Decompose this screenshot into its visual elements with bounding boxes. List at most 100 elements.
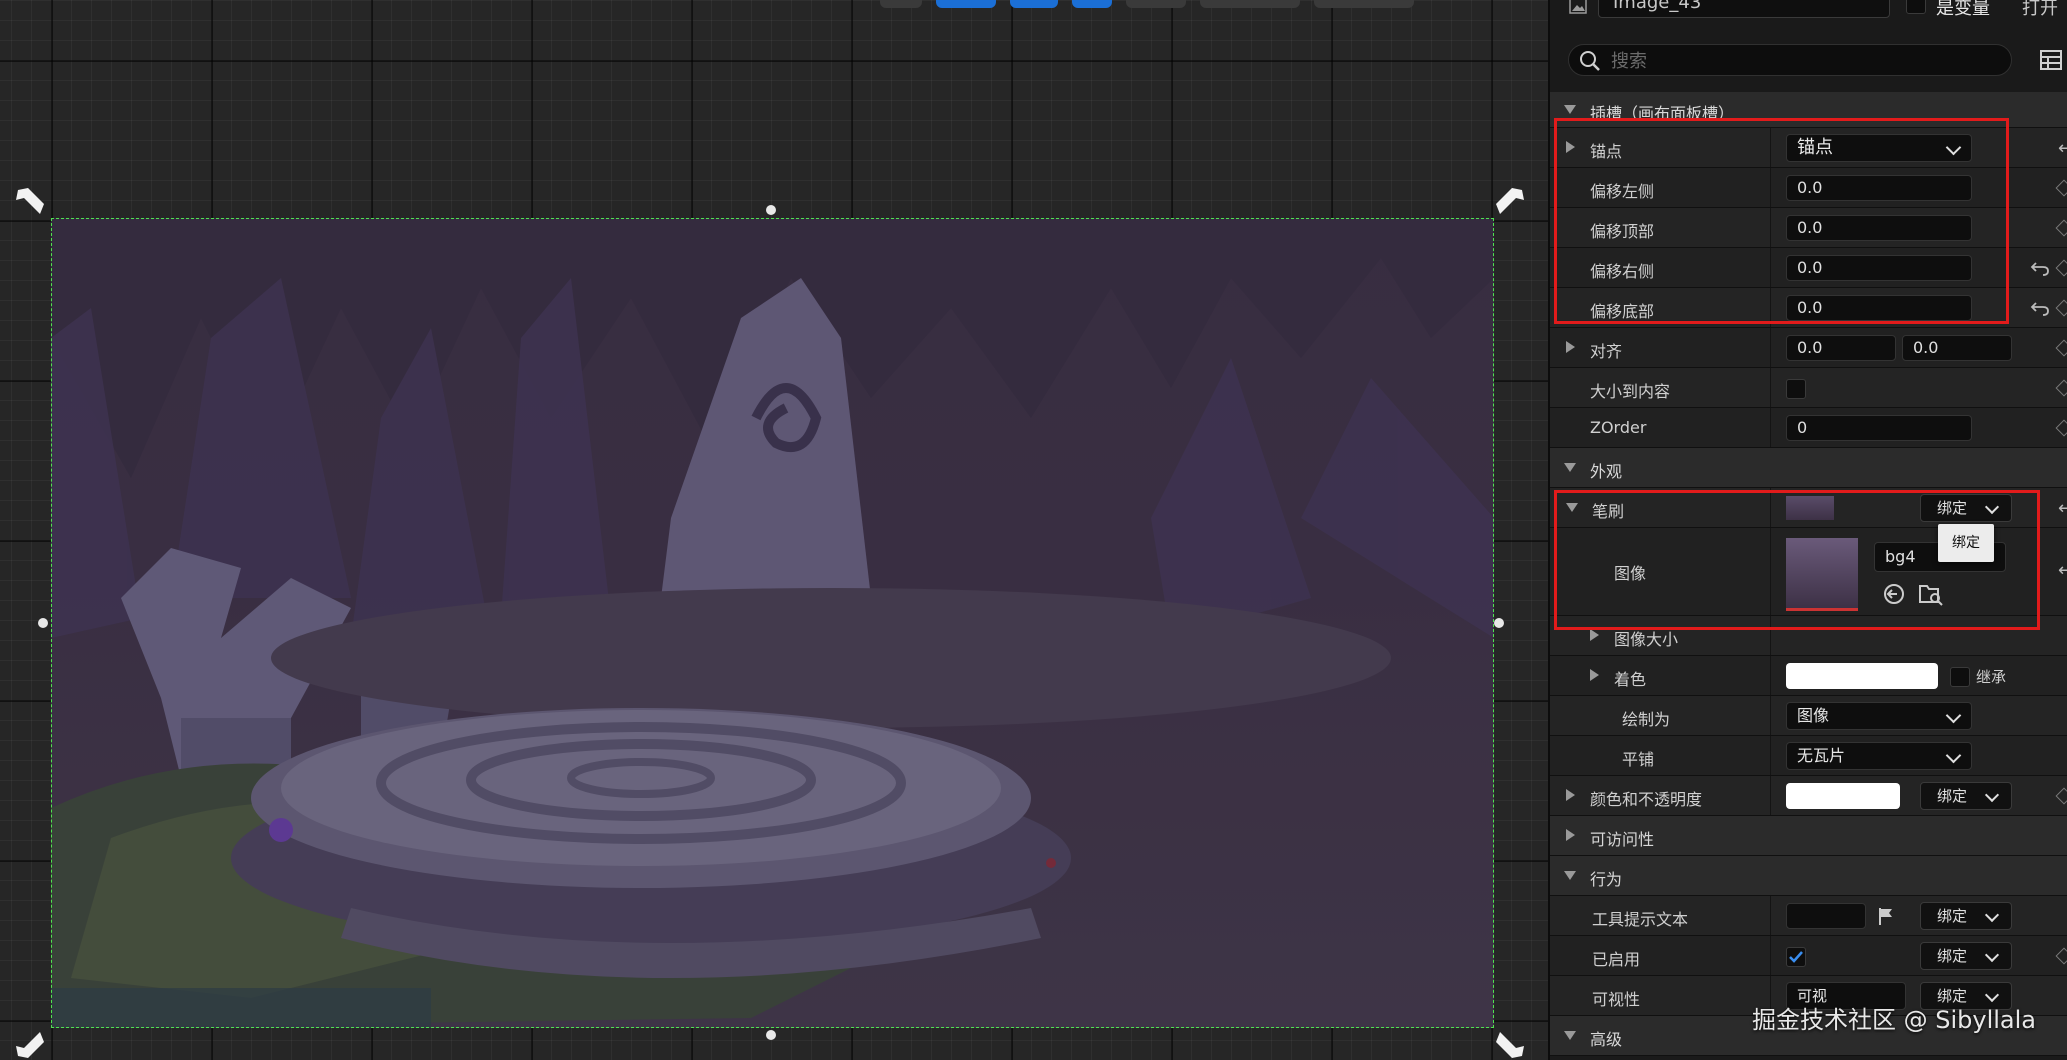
- toolbar-button[interactable]: [1126, 0, 1186, 8]
- offset-right-input[interactable]: 0.0: [1786, 255, 1972, 281]
- open-link[interactable]: 打开: [2022, 0, 2058, 20]
- arrow-left-icon[interactable]: ←: [2058, 560, 2067, 581]
- offset-top-input[interactable]: 0.0: [1786, 215, 1972, 241]
- reset-to-default-icon[interactable]: [2030, 300, 2050, 316]
- property-label: 大小到内容: [1590, 382, 1671, 401]
- keyframe-diamond-icon[interactable]: [2055, 419, 2067, 437]
- keyframe-diamond-icon[interactable]: [2055, 339, 2067, 357]
- watermark: 掘金技术社区 @ Sibyllala: [1752, 1006, 2037, 1034]
- keyframe-diamond-icon[interactable]: [2055, 787, 2067, 805]
- section-title: 插槽（画布面板槽）: [1590, 104, 1735, 123]
- offset-bottom-input[interactable]: 0.0: [1786, 295, 1972, 321]
- expand-arrow-icon[interactable]: [1566, 789, 1575, 801]
- anchor-corner-icon[interactable]: [1496, 1030, 1526, 1060]
- toolbar-button[interactable]: [1200, 0, 1300, 8]
- expand-arrow-icon[interactable]: [1590, 669, 1599, 681]
- resize-handle-left[interactable]: [38, 618, 48, 628]
- chevron-down-icon: [1984, 947, 2000, 963]
- browse-asset-icon[interactable]: [1918, 582, 1944, 606]
- color-opacity-bind-dropdown[interactable]: 绑定: [1920, 782, 2012, 810]
- resize-handle-right[interactable]: [1494, 618, 1504, 628]
- use-selected-asset-icon[interactable]: [1882, 582, 1906, 606]
- property-alignment: 对齐 0.0 0.0: [1550, 328, 2067, 368]
- property-label: 图像大小: [1614, 630, 1679, 649]
- is-variable-checkbox[interactable]: [1906, 0, 1926, 14]
- collapse-arrow-icon: [1564, 463, 1576, 472]
- property-label: 可视性: [1592, 990, 1641, 1009]
- size-to-content-checkbox[interactable]: [1786, 379, 1806, 399]
- toolbar-button[interactable]: [936, 0, 996, 8]
- search-icon: [1580, 51, 1600, 71]
- alignment-x-input[interactable]: 0.0: [1786, 335, 1896, 361]
- section-behavior[interactable]: 行为: [1550, 856, 2067, 896]
- arrow-left-icon[interactable]: ←: [2058, 138, 2067, 159]
- property-label: 偏移顶部: [1590, 222, 1655, 241]
- property-label: 对齐: [1590, 342, 1623, 361]
- property-is-enabled: 已启用 绑定: [1550, 936, 2067, 976]
- toolbar-button[interactable]: [880, 0, 922, 8]
- image-widget[interactable]: [51, 218, 1494, 1028]
- keyframe-diamond-icon[interactable]: [2055, 299, 2067, 317]
- search-box[interactable]: [1568, 44, 2012, 76]
- keyframe-diamond-icon[interactable]: [2055, 259, 2067, 277]
- resize-handle-bottom[interactable]: [766, 1030, 776, 1040]
- tooltip-text-input[interactable]: [1786, 903, 1866, 929]
- section-accessibility[interactable]: 可访问性: [1550, 816, 2067, 856]
- tooltip-bind-dropdown[interactable]: 绑定: [1920, 902, 2012, 930]
- table-view-icon[interactable]: [2040, 50, 2062, 70]
- property-offset-top: 偏移顶部 0.0: [1550, 208, 2067, 248]
- collapse-arrow-icon: [1564, 1031, 1576, 1040]
- search-input[interactable]: [1609, 47, 2003, 75]
- property-label: 偏移右侧: [1590, 262, 1655, 281]
- property-label: 偏移底部: [1590, 302, 1655, 321]
- expand-arrow-icon[interactable]: [1566, 341, 1575, 353]
- keyframe-diamond-icon[interactable]: [2055, 379, 2067, 397]
- localization-flag-icon[interactable]: [1876, 906, 1896, 926]
- toolbar-button[interactable]: [1072, 0, 1112, 8]
- arrow-left-icon[interactable]: ←: [2058, 498, 2067, 519]
- color-opacity-swatch[interactable]: [1786, 783, 1900, 809]
- alignment-y-input[interactable]: 0.0: [1902, 335, 2012, 361]
- property-offset-left: 偏移左侧 0.0: [1550, 168, 2067, 208]
- expand-arrow-icon[interactable]: [1566, 141, 1575, 153]
- draw-as-dropdown[interactable]: 图像: [1786, 702, 1972, 730]
- anchor-corner-icon[interactable]: [1496, 186, 1526, 216]
- tint-color-swatch[interactable]: [1786, 663, 1938, 689]
- reset-to-default-icon[interactable]: [2030, 260, 2050, 276]
- property-image-size: 图像大小: [1550, 616, 2067, 656]
- brush-bind-dropdown[interactable]: 绑定: [1920, 494, 2012, 522]
- toolbar-button[interactable]: [1314, 0, 1414, 8]
- section-appearance[interactable]: 外观: [1550, 448, 2067, 488]
- property-label: 图像: [1614, 564, 1647, 583]
- is-enabled-bind-dropdown[interactable]: 绑定: [1920, 942, 2012, 970]
- keyframe-diamond-icon[interactable]: [2055, 179, 2067, 197]
- property-tint: 着色 继承: [1550, 656, 2067, 696]
- widget-name-field[interactable]: Image_43: [1598, 0, 1890, 18]
- zorder-input[interactable]: 0: [1786, 415, 1972, 441]
- collapse-arrow-icon: [1564, 105, 1576, 114]
- designer-canvas[interactable]: [0, 0, 1548, 1060]
- image-asset-thumbnail[interactable]: [1786, 538, 1858, 611]
- collapse-arrow-icon[interactable]: [1566, 503, 1578, 512]
- inherit-checkbox[interactable]: [1950, 667, 1970, 687]
- property-label: 平铺: [1622, 750, 1655, 769]
- toolbar-button[interactable]: [1010, 0, 1058, 8]
- anchor-corner-icon[interactable]: [14, 186, 44, 216]
- property-tooltip-text: 工具提示文本 绑定: [1550, 896, 2067, 936]
- is-enabled-checkbox[interactable]: [1786, 947, 1806, 967]
- property-offset-bottom: 偏移底部 0.0: [1550, 288, 2067, 328]
- anchors-dropdown[interactable]: 锚点: [1786, 134, 1972, 162]
- expand-arrow-icon[interactable]: [1590, 629, 1599, 641]
- property-label: 绘制为: [1622, 710, 1671, 729]
- keyframe-diamond-icon[interactable]: [2055, 219, 2067, 237]
- section-slot[interactable]: 插槽（画布面板槽）: [1550, 92, 2067, 128]
- tiling-dropdown[interactable]: 无瓦片: [1786, 742, 1972, 770]
- anchor-corner-icon[interactable]: [14, 1030, 44, 1060]
- keyframe-diamond-icon[interactable]: [2055, 947, 2067, 965]
- property-label: ZOrder: [1590, 418, 1647, 437]
- property-label: 已启用: [1592, 950, 1641, 969]
- chevron-down-icon: [1945, 747, 1962, 764]
- resize-handle-top[interactable]: [766, 205, 776, 215]
- widget-name-row: Image_43 是变量 打开: [1550, 0, 2067, 22]
- offset-left-input[interactable]: 0.0: [1786, 175, 1972, 201]
